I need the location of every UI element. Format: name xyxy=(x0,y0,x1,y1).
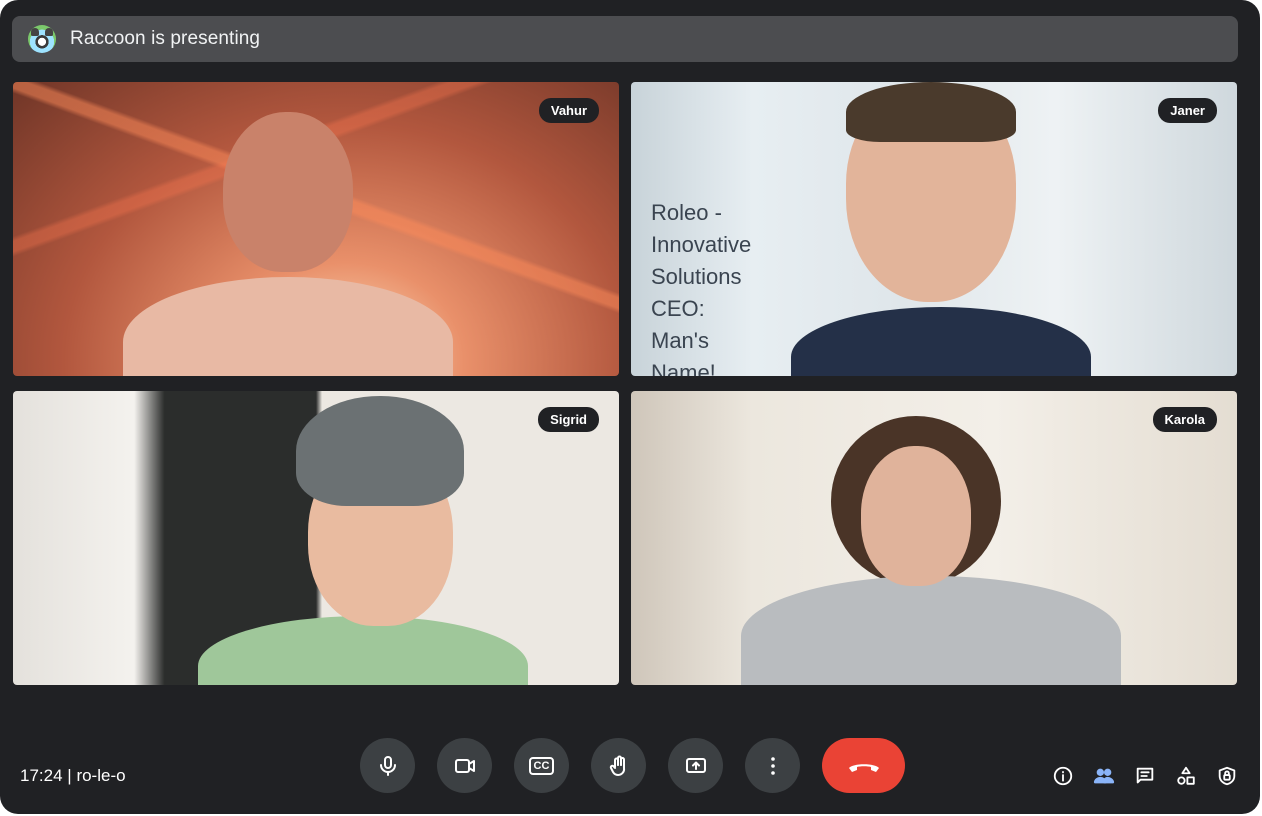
host-controls-icon xyxy=(1218,766,1235,785)
presenting-text: Raccoon is presenting xyxy=(70,28,261,49)
meeting-info: 17:24 | ro-le-o xyxy=(20,766,126,786)
video-tile-vahur[interactable]: Vahur xyxy=(13,82,619,376)
chat-icon xyxy=(1136,767,1153,783)
activities-icon xyxy=(1176,766,1195,785)
more-options-icon xyxy=(770,756,775,775)
end-call-icon xyxy=(848,763,879,772)
activities-button[interactable] xyxy=(1174,764,1197,787)
microphone-icon xyxy=(379,755,396,776)
call-controls: CC xyxy=(360,738,905,793)
background-sign: Roleo - Innovative Solutions CEO: Man's … xyxy=(651,200,752,376)
microphone-button[interactable] xyxy=(360,738,415,793)
people-button[interactable] xyxy=(1092,764,1115,787)
meeting-window: Raccoon is presenting Vahur Roleo - Inno… xyxy=(0,0,1260,814)
raise-hand-button[interactable] xyxy=(591,738,646,793)
camera-button[interactable] xyxy=(437,738,492,793)
captions-button[interactable]: CC xyxy=(514,738,569,793)
bottom-bar: 17:24 | ro-le-o CC xyxy=(0,720,1260,814)
participant-name-tag: Sigrid xyxy=(538,407,599,432)
chat-button[interactable] xyxy=(1133,764,1156,787)
closed-captions-icon: CC xyxy=(528,756,555,775)
presenting-banner: Raccoon is presenting xyxy=(12,16,1238,62)
meeting-time: 17:24 xyxy=(20,766,63,785)
video-tile-karola[interactable]: Karola xyxy=(631,391,1237,685)
video-tile-janer[interactable]: Roleo - Innovative Solutions CEO: Man's … xyxy=(631,82,1237,376)
present-screen-icon xyxy=(685,757,706,773)
end-call-button[interactable] xyxy=(822,738,905,793)
info-icon xyxy=(1053,766,1072,785)
people-icon xyxy=(1093,768,1114,783)
raccoon-avatar xyxy=(28,25,56,53)
video-tile-sigrid[interactable]: Sigrid xyxy=(13,391,619,685)
camera-icon xyxy=(454,758,475,773)
more-options-button[interactable] xyxy=(745,738,800,793)
participant-name-tag: Vahur xyxy=(538,98,599,123)
meeting-code: ro-le-o xyxy=(76,766,126,785)
raise-hand-icon xyxy=(609,755,625,776)
participant-name-tag: Karola xyxy=(1152,407,1217,432)
side-panel-toolbar xyxy=(1051,764,1238,787)
meeting-separator: | xyxy=(67,766,72,785)
participant-name-tag: Janer xyxy=(1158,98,1217,123)
host-controls-button[interactable] xyxy=(1215,764,1238,787)
meeting-details-button[interactable] xyxy=(1051,764,1074,787)
present-button[interactable] xyxy=(668,738,723,793)
